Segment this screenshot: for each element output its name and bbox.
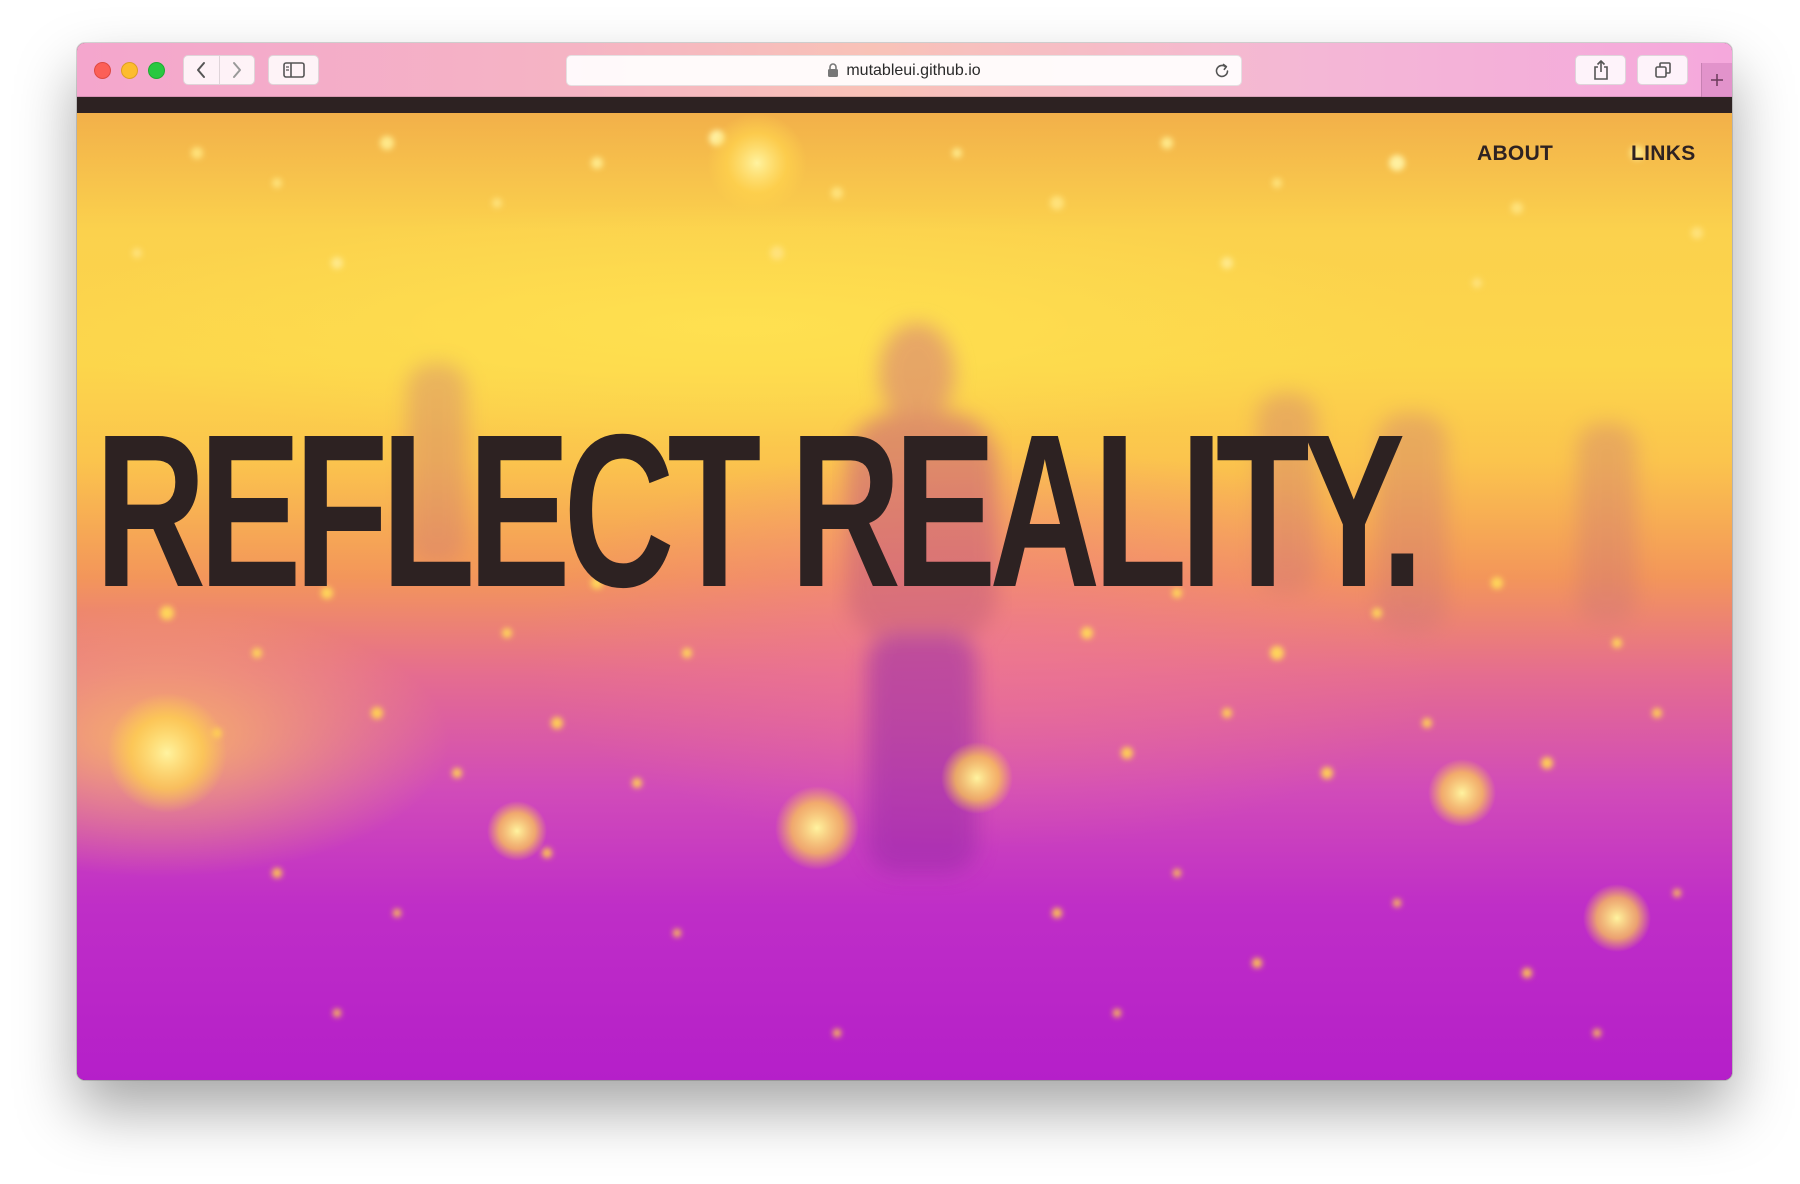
browser-toolbar: mutableui.github.io <box>77 43 1732 97</box>
forward-button[interactable] <box>218 56 254 84</box>
tab-overview-button[interactable] <box>1637 55 1688 85</box>
sidebar-toggle-button[interactable] <box>268 55 319 85</box>
zoom-window-button[interactable] <box>148 62 165 79</box>
nav-links-link[interactable]: LINKS <box>1631 142 1696 166</box>
back-button[interactable] <box>184 56 219 84</box>
close-window-button[interactable] <box>94 62 111 79</box>
plus-icon <box>1711 74 1723 86</box>
sidebar-icon <box>282 62 305 78</box>
reload-icon <box>1215 63 1229 78</box>
browser-window: mutableui.github.io ABOUT LINKS REFLECT … <box>77 43 1732 1080</box>
url-text: mutableui.github.io <box>846 61 981 79</box>
nav-about-link[interactable]: ABOUT <box>1477 142 1553 166</box>
new-tab-button[interactable] <box>1701 63 1732 97</box>
share-icon <box>1593 60 1608 80</box>
lock-icon <box>827 63 839 78</box>
hero-headline: REFLECT REALITY. <box>95 390 1424 633</box>
page-top-band <box>77 97 1732 113</box>
address-bar[interactable]: mutableui.github.io <box>566 55 1242 86</box>
minimize-window-button[interactable] <box>121 62 138 79</box>
hero-section: ABOUT LINKS REFLECT REALITY. <box>77 113 1732 1080</box>
chevron-right-icon <box>232 62 241 78</box>
chevron-left-icon <box>197 62 206 78</box>
tabs-icon <box>1654 62 1671 78</box>
share-button[interactable] <box>1575 55 1626 85</box>
reload-button[interactable] <box>1213 62 1231 80</box>
history-nav-group <box>183 55 255 85</box>
